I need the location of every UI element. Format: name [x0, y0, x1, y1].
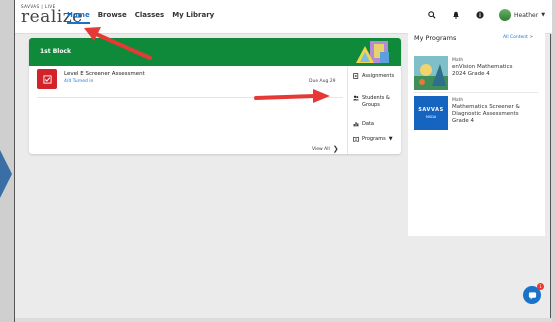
- menu-label-students-groups: Students & Groups: [362, 95, 390, 109]
- students-icon: [353, 95, 359, 109]
- my-programs-panel: My Programs All Content > Math enVision …: [408, 28, 545, 236]
- program-subject: Math: [452, 98, 464, 103]
- avatar: [499, 9, 511, 21]
- assignment-title[interactable]: Level E Screener Assessment: [64, 71, 145, 77]
- all-content-link[interactable]: All Content >: [503, 35, 533, 40]
- program-name-line1: Mathematics Screener &: [452, 104, 520, 110]
- thumb-code: MSDA: [425, 115, 437, 119]
- caret-down-icon: ▼: [388, 136, 393, 142]
- class-title[interactable]: 1st Block: [40, 48, 71, 55]
- window-bottom-edge: [15, 318, 552, 322]
- menu-label-data: Data: [362, 121, 374, 127]
- main-nav: Home Browse Classes My Library: [67, 11, 214, 24]
- nav-browse[interactable]: Browse: [98, 11, 127, 24]
- chat-icon: [528, 291, 536, 300]
- assessment-icon: [37, 69, 57, 89]
- programs-icon: [353, 136, 359, 144]
- program-thumbnail: [414, 56, 448, 90]
- programs-heading: My Programs: [414, 34, 457, 42]
- thumb-brand: SAVVAS: [418, 107, 444, 113]
- program-name-line1: enVision Mathematics: [452, 64, 513, 70]
- assignment-turned-in-link[interactable]: 4/4 Turned in: [64, 79, 93, 84]
- user-name: Heather: [514, 11, 539, 19]
- menu-item-students-groups[interactable]: Students & Groups: [353, 95, 390, 109]
- caret-down-icon: ▼: [541, 12, 546, 18]
- view-all-button[interactable]: View All ❯: [312, 145, 339, 153]
- menu-label-students-line2: Groups: [362, 102, 380, 108]
- user-menu[interactable]: Heather ▼: [499, 9, 545, 21]
- class-card: 1st Block Level E Screener Assessment 4/…: [29, 38, 401, 154]
- nav-icon-group: [427, 10, 485, 20]
- bell-icon[interactable]: [451, 10, 461, 20]
- chevron-right-icon: ❯: [332, 145, 339, 153]
- program-subject: Math: [452, 58, 464, 63]
- divider: [37, 97, 343, 98]
- help-icon[interactable]: [475, 10, 485, 20]
- program-name-line2: Diagnostic Assessments: [452, 111, 519, 117]
- menu-item-programs[interactable]: Programs ▼: [353, 136, 393, 144]
- program-name-line3: Grade 4: [452, 118, 475, 124]
- nav-home[interactable]: Home: [67, 11, 90, 24]
- divider: [414, 92, 538, 93]
- program-name: Mathematics Screener & Diagnostic Assess…: [452, 104, 542, 125]
- nav-classes[interactable]: Classes: [135, 11, 165, 24]
- menu-item-data[interactable]: Data: [353, 121, 374, 129]
- class-theme-art: [356, 41, 389, 63]
- program-item-msda[interactable]: SAVVAS MSDA Math Mathematics Screener & …: [414, 96, 542, 132]
- class-card-header[interactable]: 1st Block: [29, 38, 401, 66]
- notification-badge: 1: [537, 283, 544, 290]
- menu-label-programs: Programs: [362, 136, 386, 142]
- program-thumbnail: SAVVAS MSDA: [414, 96, 448, 130]
- search-icon[interactable]: [427, 10, 437, 20]
- assignment-row[interactable]: Level E Screener Assessment 4/4 Turned i…: [37, 69, 343, 98]
- menu-item-assignments[interactable]: Assignments: [353, 73, 394, 81]
- assignment-due-date: Due Aug 29: [309, 79, 336, 84]
- program-name-line2: 2024 Grade 4: [452, 71, 490, 77]
- data-icon: [353, 121, 359, 129]
- nav-my-library[interactable]: My Library: [172, 11, 214, 24]
- side-chevron: [0, 150, 12, 198]
- menu-label-students-line1: Students &: [362, 95, 390, 101]
- menu-label-assignments: Assignments: [362, 73, 395, 79]
- savvas-realize-logo[interactable]: SAVVAS | LIVE realize: [21, 4, 82, 30]
- program-item-envision[interactable]: Math enVision Mathematics 2024 Grade 4: [414, 56, 542, 93]
- program-name: enVision Mathematics 2024 Grade 4: [452, 64, 542, 78]
- class-side-menu: Assignments Students & Groups Data Progr…: [347, 66, 401, 154]
- view-all-label: View All: [312, 146, 330, 152]
- app-window: SAVVAS | LIVE realize Home Browse Classe…: [14, 0, 552, 322]
- assignments-icon: [353, 73, 359, 81]
